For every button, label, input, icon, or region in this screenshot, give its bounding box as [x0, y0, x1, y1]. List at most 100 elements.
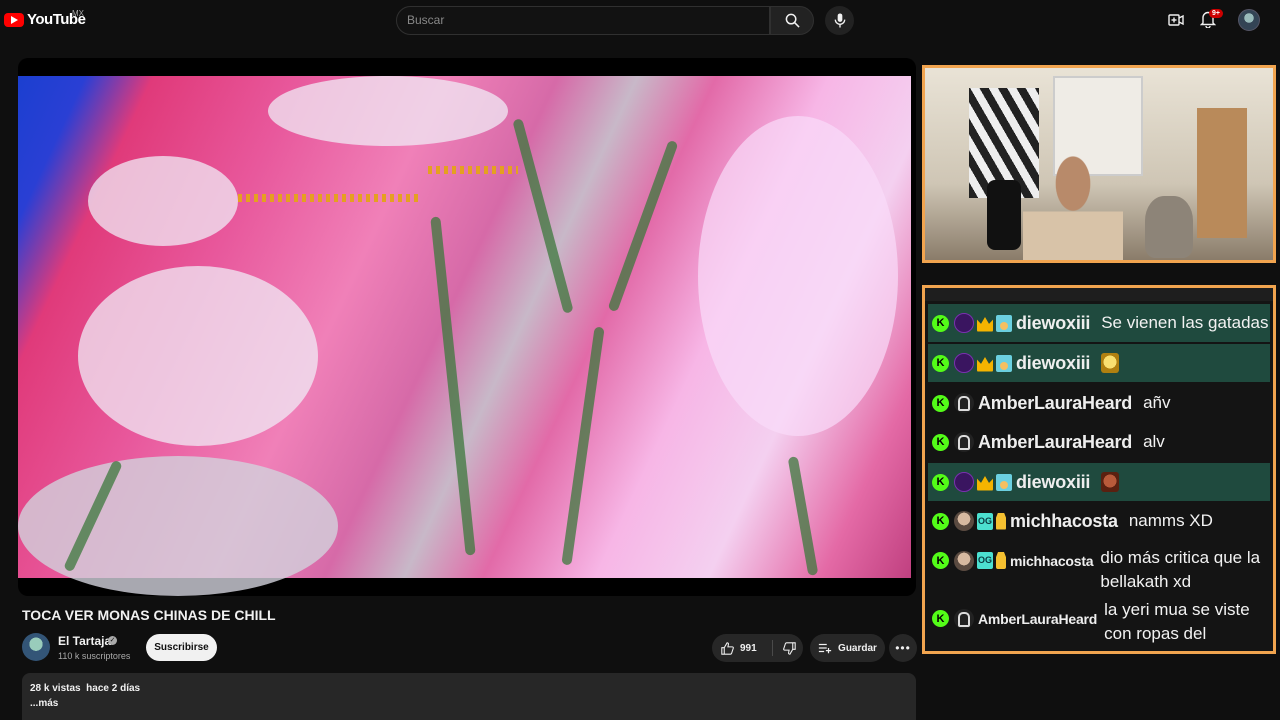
verified-check-icon: ✓ — [108, 636, 117, 645]
gift-badge-icon — [996, 473, 1012, 491]
chat-message: K AmberLauraHeard añv — [928, 384, 1270, 422]
like-button[interactable]: 991 — [712, 634, 770, 662]
chat-text: Se vienen las gatadas — [1101, 313, 1269, 332]
leaf-detail — [561, 326, 605, 566]
chat-message: K OG michhacosta namms XD — [928, 502, 1270, 540]
kick-icon: K — [932, 473, 949, 491]
face-emote-icon — [1101, 472, 1120, 492]
chat-username: diewoxiii — [1016, 471, 1091, 492]
leaf-detail — [787, 456, 819, 576]
lace-detail — [268, 76, 508, 146]
search-icon — [785, 13, 800, 28]
kick-icon: K — [932, 552, 949, 569]
thumbs-down-icon — [782, 641, 796, 655]
chat-username: michhacosta — [1010, 553, 1094, 569]
youtube-logo[interactable]: YouTube MX — [4, 9, 86, 28]
description-box[interactable]: 28 k vistas hace 2 días ...más — [22, 673, 916, 720]
kick-icon: K — [932, 512, 949, 530]
chat-message: K AmberLauraHeard alv — [928, 423, 1270, 461]
thumbs-up-icon — [721, 641, 734, 655]
save-button[interactable]: Guardar — [810, 634, 885, 662]
kick-icon: K — [932, 610, 949, 627]
chat-text: añv — [1143, 393, 1171, 412]
chat-text: namms XD — [1128, 511, 1213, 530]
og-badge-icon: OG — [977, 552, 993, 569]
chat-text: la yeri mua se viste con ropas del merca… — [1104, 600, 1250, 651]
cat — [1145, 196, 1193, 258]
chat-username: michhacosta — [1010, 510, 1118, 531]
gold-emote-icon — [1101, 353, 1120, 373]
default-avatar-icon — [954, 609, 974, 629]
chat-text: dio más critica que la bellakath xd — [1100, 548, 1261, 591]
like-dislike-group: 991 — [712, 634, 803, 662]
video-frame[interactable] — [18, 76, 911, 596]
fringe-detail — [428, 166, 518, 174]
more-actions-button[interactable]: ••• — [889, 634, 917, 662]
cat-tower — [1197, 108, 1247, 238]
channel-name[interactable]: El Tartaja — [58, 634, 111, 648]
lace-detail — [88, 156, 238, 246]
voice-search-button[interactable] — [825, 6, 854, 35]
video-title: TOCA VER MONAS CHINAS DE CHILL — [22, 607, 276, 623]
user-avatar — [954, 511, 974, 531]
playlist-add-icon — [818, 643, 832, 654]
region-label: MX — [72, 9, 84, 18]
like-divider — [772, 640, 773, 656]
play-logo-icon — [4, 12, 24, 27]
lace-detail — [78, 266, 318, 446]
chat-username: AmberLauraHeard — [978, 611, 1098, 627]
chat-username: diewoxiii — [1016, 352, 1091, 373]
chat-username: diewoxiii — [1016, 312, 1091, 333]
chat-text: alv — [1143, 432, 1165, 451]
kick-icon: K — [932, 394, 949, 412]
streamer — [1023, 150, 1123, 260]
chat-message: K AmberLauraHeard la yeri mua se viste c… — [928, 594, 1270, 651]
og-badge-icon: OG — [977, 512, 993, 530]
user-avatar — [954, 472, 974, 492]
subscriber-badge-icon — [996, 552, 1006, 569]
dislike-button[interactable] — [776, 634, 802, 662]
channel-avatar[interactable] — [22, 633, 50, 661]
user-avatar — [954, 353, 974, 373]
view-count: 28 k vistas — [30, 683, 81, 694]
leaf-detail — [607, 139, 679, 313]
subscriber-badge-icon — [996, 512, 1006, 530]
crown-badge-icon — [977, 476, 993, 491]
kick-icon: K — [932, 314, 949, 332]
upload-date: hace 2 días — [86, 683, 141, 694]
chat-username: AmberLauraHeard — [978, 431, 1133, 452]
create-video-button[interactable] — [1166, 10, 1186, 30]
subscriber-count: 110 k suscriptores — [58, 651, 131, 661]
kick-icon: K — [932, 433, 949, 451]
show-more-link[interactable]: ...más — [30, 698, 908, 709]
video-player[interactable] — [18, 58, 916, 596]
user-avatar — [954, 313, 974, 333]
top-bar: YouTube MX Buscar 9+ — [0, 0, 1280, 40]
notification-count-badge: 9+ — [1209, 9, 1223, 18]
crown-badge-icon — [977, 317, 993, 332]
default-avatar-icon — [954, 432, 974, 452]
gift-badge-icon — [996, 314, 1012, 332]
webcam-overlay — [922, 65, 1276, 263]
subscribe-button[interactable]: Suscribirse — [146, 634, 217, 661]
microphone-icon — [834, 13, 845, 28]
gift-badge-icon — [996, 354, 1012, 372]
leaf-detail — [512, 118, 574, 314]
search-input[interactable]: Buscar — [396, 6, 770, 35]
default-avatar-icon — [954, 393, 974, 413]
chat-message: K diewoxiii — [928, 344, 1270, 382]
save-label: Guardar — [838, 642, 877, 654]
fabric-detail — [18, 456, 338, 596]
view-meta: 28 k vistas hace 2 días — [30, 683, 908, 694]
studio-microphone — [987, 180, 1021, 250]
kick-icon: K — [932, 354, 949, 372]
account-avatar[interactable] — [1238, 9, 1260, 31]
tulle-detail — [698, 116, 898, 436]
chat-username: AmberLauraHeard — [978, 392, 1133, 413]
search-button[interactable] — [770, 6, 814, 35]
crown-badge-icon — [977, 357, 993, 372]
chat-previous-message-edge — [925, 288, 1273, 301]
user-avatar — [954, 551, 974, 571]
fringe-detail — [238, 194, 418, 202]
like-count: 991 — [740, 642, 757, 654]
